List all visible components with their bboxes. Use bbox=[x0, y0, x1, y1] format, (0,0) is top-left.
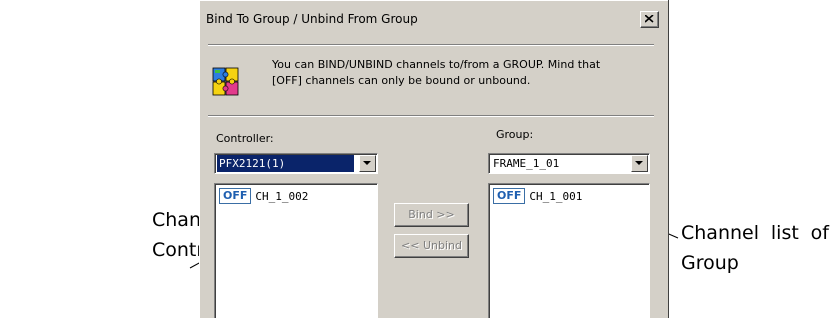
unbind-button[interactable]: << Unbind bbox=[394, 234, 469, 258]
controller-selected-value: PFX2121(1) bbox=[217, 155, 354, 172]
callout-word: of bbox=[810, 222, 829, 244]
list-item[interactable]: OFF CH_1_001 bbox=[493, 188, 582, 204]
group-select[interactable]: FRAME_1_01 bbox=[488, 153, 650, 174]
info-message: You can BIND/UNBIND channels to/from a G… bbox=[272, 57, 642, 89]
channel-name: CH_1_001 bbox=[529, 189, 583, 203]
bind-button[interactable]: Bind >> bbox=[394, 203, 469, 227]
controller-dropdown-button[interactable] bbox=[359, 155, 376, 172]
puzzle-icon bbox=[212, 67, 239, 96]
title-bar: Bind To Group / Unbind From Group bbox=[200, 0, 668, 37]
info-line-2: [OFF] channels can only be bound or unbo… bbox=[272, 74, 531, 87]
off-status-badge: OFF bbox=[219, 188, 252, 204]
group-dropdown-button[interactable] bbox=[631, 155, 648, 172]
info-line-1: You can BIND/UNBIND channels to/from a G… bbox=[272, 58, 601, 71]
list-item[interactable]: OFF CH_1_002 bbox=[219, 188, 308, 204]
controller-select[interactable]: PFX2121(1) bbox=[214, 153, 378, 174]
chevron-down-icon bbox=[635, 161, 643, 165]
callout-word: Channel bbox=[681, 222, 760, 244]
controller-channel-list[interactable]: OFF CH_1_002 bbox=[214, 183, 378, 318]
group-label: Group: bbox=[496, 128, 534, 141]
group-selected-value: FRAME_1_01 bbox=[493, 157, 560, 170]
off-status-badge: OFF bbox=[493, 188, 526, 204]
callout-group-list: Channel list of Group bbox=[681, 218, 829, 278]
dialog-title: Bind To Group / Unbind From Group bbox=[206, 12, 418, 26]
bind-group-dialog: Bind To Group / Unbind From Group You ca… bbox=[199, 0, 669, 318]
channel-name: CH_1_002 bbox=[255, 189, 309, 203]
chevron-down-icon bbox=[363, 161, 371, 165]
close-icon bbox=[645, 15, 654, 23]
group-channel-list[interactable]: OFF CH_1_001 bbox=[488, 183, 650, 318]
divider bbox=[208, 44, 654, 46]
callout-line2: Group bbox=[681, 252, 739, 274]
callout-word: list bbox=[770, 222, 799, 244]
controller-label: Controller: bbox=[216, 132, 274, 145]
close-button[interactable] bbox=[640, 11, 659, 28]
divider bbox=[208, 115, 654, 117]
